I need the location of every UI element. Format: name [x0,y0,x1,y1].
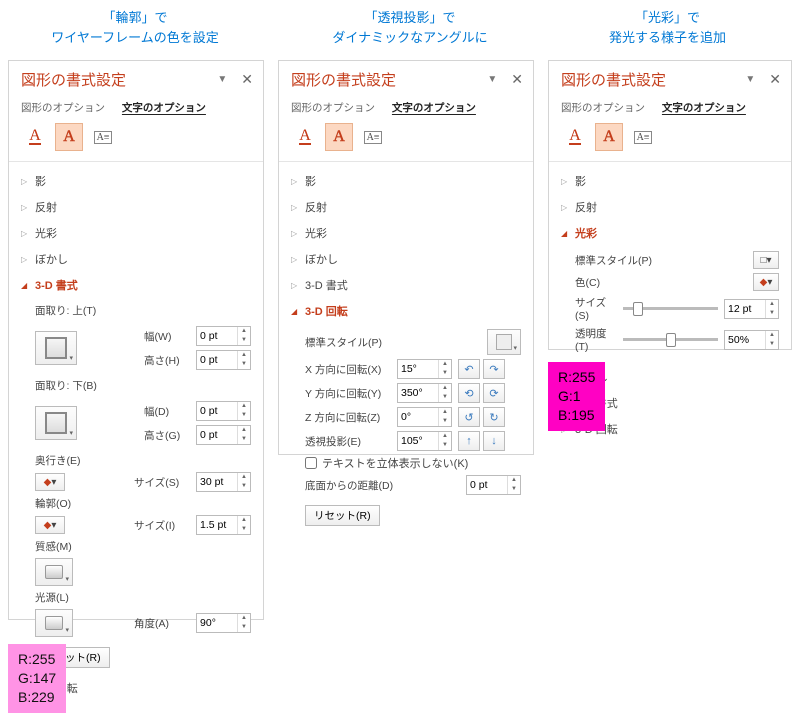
roty-down-button[interactable]: ⟳ [483,383,505,403]
width-w-input[interactable]: ▲▼ [196,326,251,346]
caption-2: 「透視投影」で ダイナミックなアングルに [275,8,545,47]
bevel-top-label: 面取り: 上(T) [35,303,96,318]
caption-1: 「輪郭」で ワイヤーフレームの色を設定 [0,8,270,47]
section-shadow: 影 [279,168,533,194]
text-fill-outline-icon[interactable]: A [21,123,49,151]
section-reflection: 反射 [549,194,791,220]
section-blur: ぼかし [279,246,533,272]
textbox-icon[interactable]: A≡ [89,123,117,151]
bevel-bottom-label: 面取り: 下(B) [35,378,97,393]
panel-title: 図形の書式設定 [561,69,666,90]
tab-text-options[interactable]: 文字のオプション [662,102,746,114]
roty-up-button[interactable]: ⟲ [458,383,480,403]
bevel-bottom-picker[interactable]: ▾ [35,406,77,440]
section-reflection: 反射 [279,194,533,220]
textbox-icon[interactable]: A≡ [629,123,657,151]
rgb-swatch-2: R:255G:1B:195 [548,362,605,431]
rotx-input[interactable]: ▲▼ [397,359,452,379]
depth-label: 奥行き(E) [35,453,81,468]
section-glow: 光彩 標準スタイル(P)□▾ 色(C)◆▾ サイズ(S) ▲▼ 透明度(T) ▲… [549,220,791,364]
caption-3: 「光彩」で 発光する様子を追加 [540,8,795,47]
textbox-icon[interactable]: A≡ [359,123,387,151]
panel-close-icon[interactable]: ✕ [511,71,523,88]
panel-close-icon[interactable]: ✕ [769,71,781,88]
rgb-swatch-1: R:255G:147B:229 [8,644,66,713]
persp-down-button[interactable]: ↓ [483,431,505,451]
panel-title: 図形の書式設定 [21,69,126,90]
section-3d-format: 3-D 書式 面取り: 上(T) ▾ 幅(W)▲▼ 高さ(H)▲▼ 面取り: 下… [9,272,263,675]
keep-text-flat-checkbox[interactable] [305,457,317,469]
panel-3d-rotation: 図形の書式設定 ▼ ✕ 図形のオプション 文字のオプション A A A≡ 影 反… [278,60,534,455]
panel-caret-icon[interactable]: ▼ [217,74,227,85]
rotx-right-button[interactable]: ↷ [483,359,505,379]
lighting-picker[interactable]: ▾ [35,609,73,637]
rotation-preset-picker[interactable]: ▾ [487,329,521,355]
rotz-ccw-button[interactable]: ↺ [458,407,480,427]
depth-color-picker[interactable]: ◆ ▾ [35,473,65,491]
reset-button[interactable]: リセット(R) [305,505,380,526]
glow-preset-picker[interactable]: □▾ [753,251,779,269]
tab-text-options[interactable]: 文字のオプション [392,102,476,114]
section-3d-format: 3-D 書式 [279,272,533,298]
material-label: 質感(M) [35,539,72,554]
panel-3d-format: 図形の書式設定 ▼ ✕ 図形のオプション 文字のオプション A A A≡ 影 反… [8,60,264,620]
section-shadow: 影 [9,168,263,194]
bevel-top-picker[interactable]: ▾ [35,331,77,365]
tab-shape-options[interactable]: 図形のオプション [561,102,645,114]
distance-input[interactable]: ▲▼ [466,475,521,495]
panel-caret-icon[interactable]: ▼ [745,74,755,85]
text-effects-icon[interactable]: A [55,123,83,151]
panel-caret-icon[interactable]: ▼ [487,74,497,85]
height-g-input[interactable]: ▲▼ [196,425,251,445]
panel-glow: 図形の書式設定 ▼ ✕ 図形のオプション 文字のオプション A A A≡ 影 反… [548,60,792,350]
contour-color-picker[interactable]: ◆ ▾ [35,516,65,534]
rotx-left-button[interactable]: ↶ [458,359,480,379]
text-effects-icon[interactable]: A [325,123,353,151]
roty-input[interactable]: ▲▼ [397,383,452,403]
glow-trans-slider[interactable] [623,338,718,341]
rotz-input[interactable]: ▲▼ [397,407,452,427]
glow-size-input[interactable]: ▲▼ [724,299,779,319]
glow-size-slider[interactable] [623,307,718,310]
panel-close-icon[interactable]: ✕ [241,71,253,88]
section-reflection: 反射 [9,194,263,220]
persp-up-button[interactable]: ↑ [458,431,480,451]
panel-title: 図形の書式設定 [291,69,396,90]
section-blur: ぼかし [9,246,263,272]
material-picker[interactable]: ▾ [35,558,73,586]
section-glow: 光彩 [279,220,533,246]
perspective-input[interactable]: ▲▼ [397,431,452,451]
section-3d-rotation: 3-D 回転 標準スタイル(P) ▾ X 方向に回転(X) ▲▼ ↶↷ Y 方向… [279,298,533,533]
section-shadow: 影 [549,168,791,194]
text-fill-outline-icon[interactable]: A [561,123,589,151]
text-effects-icon[interactable]: A [595,123,623,151]
depth-size-input[interactable]: ▲▼ [196,472,251,492]
contour-size-input[interactable]: ▲▼ [196,515,251,535]
rotz-cw-button[interactable]: ↻ [483,407,505,427]
tab-text-options[interactable]: 文字のオプション [122,102,206,114]
tab-shape-options[interactable]: 図形のオプション [291,102,375,114]
tab-shape-options[interactable]: 図形のオプション [21,102,105,114]
contour-label: 輪郭(O) [35,496,71,511]
width-d-input[interactable]: ▲▼ [196,401,251,421]
lighting-label: 光源(L) [35,590,69,605]
section-glow: 光彩 [9,220,263,246]
lighting-angle-input[interactable]: ▲▼ [196,613,251,633]
height-h-input[interactable]: ▲▼ [196,350,251,370]
text-fill-outline-icon[interactable]: A [291,123,319,151]
glow-color-picker[interactable]: ◆▾ [753,273,779,291]
glow-trans-input[interactable]: ▲▼ [724,330,779,350]
